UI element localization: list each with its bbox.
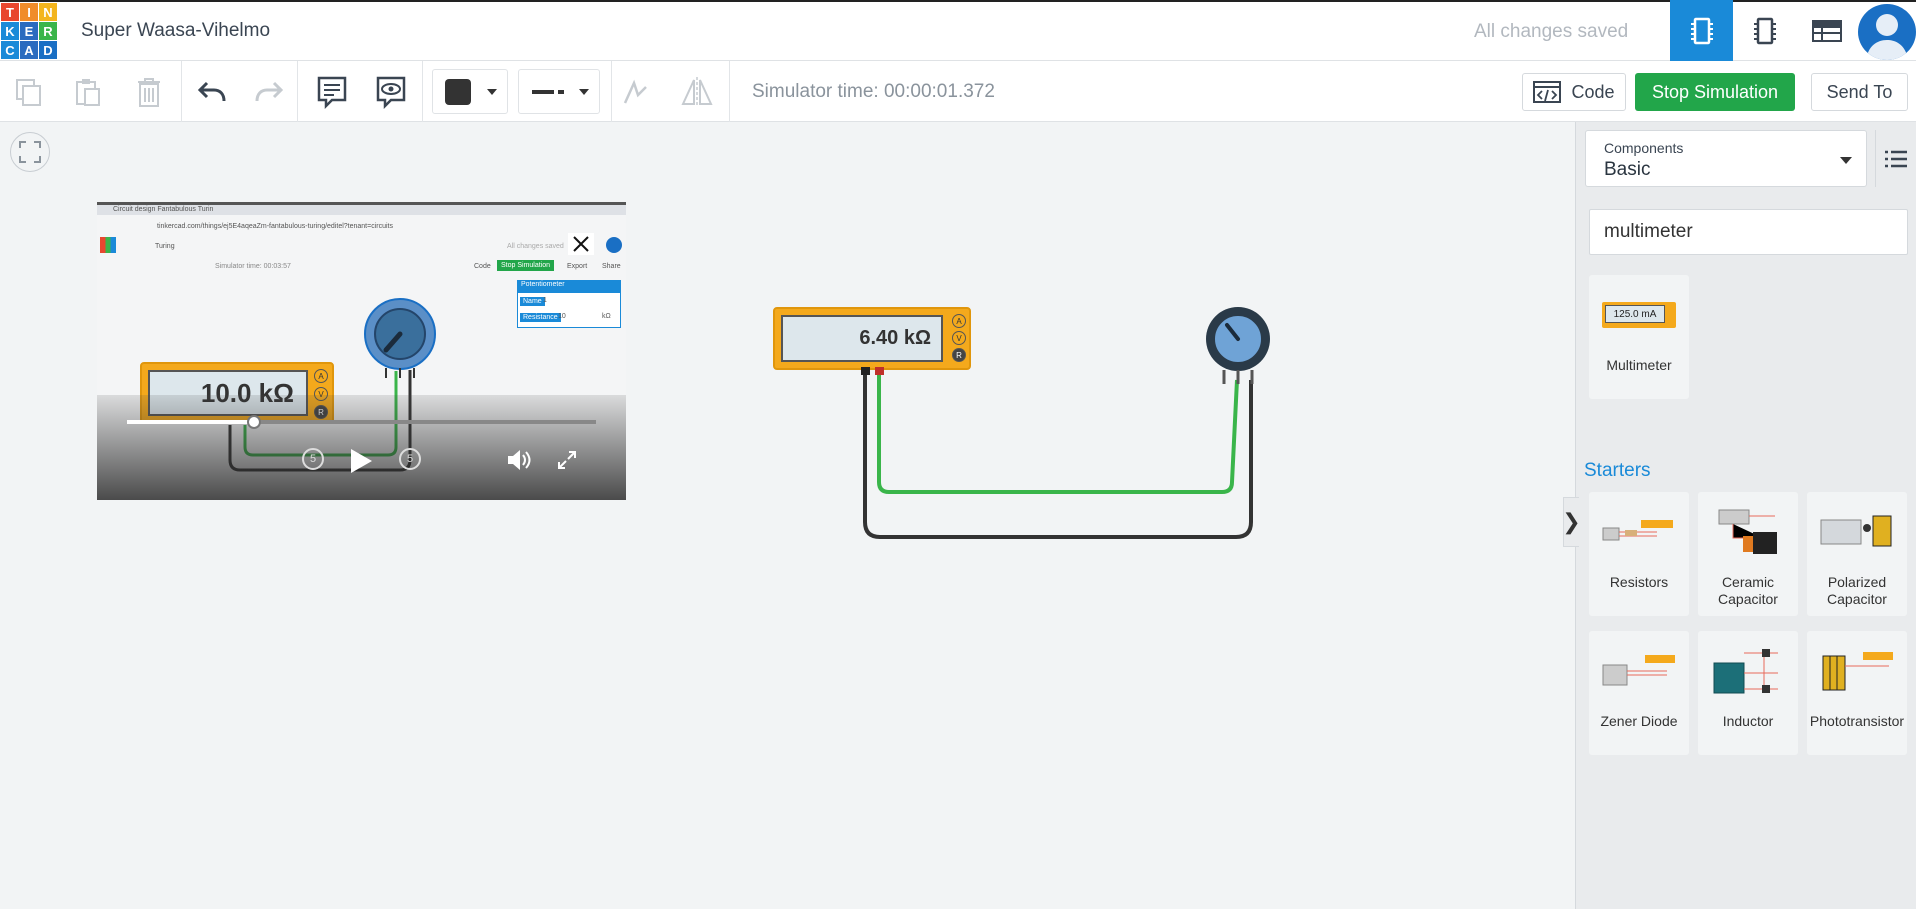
logo-letter: R — [39, 22, 57, 40]
chevron-right-icon: ❯ — [1562, 509, 1581, 534]
collapse-panel-button[interactable]: ❯ — [1562, 497, 1581, 547]
stop-simulation-button[interactable]: Stop Simulation — [1635, 73, 1795, 111]
logo-letter: T — [1, 3, 19, 21]
simulator-time: Simulator time: 00:00:01.372 — [752, 81, 995, 102]
trash-icon — [138, 78, 160, 107]
multimeter-probe-red[interactable] — [875, 367, 884, 375]
multimeter-probe-black[interactable] — [861, 367, 870, 375]
eye-note-icon — [376, 76, 406, 109]
starter-card-label: Zener Diode — [1600, 713, 1678, 729]
color-swatch — [445, 78, 471, 105]
circuit-view-button[interactable] — [1670, 0, 1733, 61]
logo-letter: D — [39, 41, 57, 59]
circuit-wires — [863, 367, 1253, 539]
starter-card-label: Phototransistor — [1809, 713, 1905, 729]
undo-button[interactable] — [193, 73, 231, 111]
multimeter[interactable]: 6.40 kΩ A V R — [773, 307, 971, 370]
code-button[interactable]: Code — [1522, 73, 1626, 111]
potentiometer[interactable] — [1203, 306, 1273, 386]
save-status: All changes saved — [1474, 21, 1629, 42]
starter-card-label: Inductor — [1722, 713, 1774, 729]
undo-icon — [197, 81, 226, 102]
tinkercad-logo[interactable]: T I N K E R C A D — [1, 3, 57, 59]
notes-button[interactable] — [313, 73, 351, 111]
component-search-input[interactable] — [1589, 209, 1908, 255]
starter-card-inductor[interactable]: Inductor — [1698, 631, 1798, 755]
polarized-capacitor-thumbnail — [1807, 492, 1907, 572]
multimeter-preview: 125.0 mA — [1589, 275, 1689, 355]
notes-visibility-button[interactable] — [372, 73, 410, 111]
rotate-button[interactable] — [616, 73, 654, 111]
list-icon — [1884, 150, 1907, 167]
ceramic-capacitor-thumbnail — [1698, 492, 1798, 572]
toolbar-divider — [611, 61, 612, 122]
multimeter-display: 6.40 kΩ — [781, 315, 943, 362]
starter-card-zener-diode[interactable]: Zener Diode — [1589, 631, 1689, 755]
toolbar-divider — [729, 61, 730, 122]
starter-card-label: Polarized Capacitor — [1827, 574, 1887, 607]
note-icon — [317, 76, 347, 109]
top-header: T I N K E R C A D Super Waasa-Vihelmo Al… — [0, 0, 1916, 61]
components-select-value: Basic — [1604, 159, 1651, 180]
starter-card-label: Ceramic Capacitor — [1718, 574, 1778, 607]
logo-letter: K — [1, 22, 19, 40]
multimeter-preview-display: 125.0 mA — [1605, 305, 1665, 323]
paste-button[interactable] — [69, 73, 107, 111]
code-icon — [1533, 81, 1562, 103]
redo-icon — [255, 81, 284, 102]
multimeter-mode-a[interactable]: A — [952, 314, 966, 328]
flip-button[interactable] — [678, 73, 716, 111]
logo-letter: A — [20, 41, 38, 59]
table-icon — [1811, 19, 1842, 42]
multimeter-mode-v[interactable]: V — [952, 331, 966, 345]
chevron-down-icon — [1840, 157, 1852, 164]
toolbar-divider — [297, 61, 298, 122]
resistors-thumbnail — [1589, 492, 1689, 572]
color-dropdown[interactable] — [432, 69, 508, 114]
components-category-select[interactable]: Components Basic — [1585, 130, 1867, 187]
circuit-icon — [1690, 17, 1713, 44]
rotate-icon — [623, 79, 647, 104]
logo-letter: C — [1, 41, 19, 59]
logo-letter: E — [20, 22, 38, 40]
starters-heading: Starters — [1584, 460, 1651, 481]
starter-card-resistors[interactable]: Resistors — [1589, 492, 1689, 616]
copy-icon — [16, 79, 41, 106]
paste-icon — [76, 79, 100, 106]
list-view-button[interactable] — [1875, 130, 1915, 187]
phototransistor-thumbnail — [1807, 631, 1907, 711]
starter-card-ceramic-capacitor[interactable]: Ceramic Capacitor — [1698, 492, 1798, 616]
starter-card-phototransistor[interactable]: Phototransistor — [1807, 631, 1907, 755]
user-icon — [1866, 14, 1908, 60]
starter-card-label: Resistors — [1609, 574, 1669, 590]
component-card-multimeter[interactable]: 125.0 mA Multimeter — [1589, 275, 1689, 399]
workplane-canvas[interactable]: Circuit design Fantabulous Turin tinkerc… — [0, 122, 1574, 909]
send-to-button[interactable]: Send To — [1811, 73, 1908, 111]
schematic-view-button[interactable] — [1733, 0, 1796, 61]
code-button-label: Code — [1571, 81, 1615, 102]
logo-letter: N — [39, 3, 57, 21]
wire-style-icon — [532, 89, 564, 94]
chevron-down-icon — [487, 88, 497, 95]
starter-card-polarized-capacitor[interactable]: Polarized Capacitor — [1807, 492, 1907, 616]
inductor-thumbnail — [1698, 631, 1798, 711]
project-title[interactable]: Super Waasa-Vihelmo — [81, 20, 270, 42]
logo-letter: I — [20, 3, 38, 21]
chip-icon — [1753, 17, 1776, 44]
copy-button[interactable] — [10, 73, 48, 111]
component-list-view-button[interactable] — [1795, 0, 1858, 61]
toolbar-divider — [181, 61, 182, 122]
delete-button[interactable] — [130, 73, 168, 111]
wire-style-dropdown[interactable] — [518, 69, 600, 114]
toolbar-divider — [422, 61, 423, 122]
redo-button[interactable] — [250, 73, 288, 111]
chevron-down-icon — [579, 88, 589, 95]
components-select-label: Components — [1604, 140, 1684, 156]
zener-diode-thumbnail — [1589, 631, 1689, 711]
flip-icon — [681, 77, 713, 107]
component-card-label: Multimeter — [1606, 357, 1672, 373]
user-avatar[interactable] — [1858, 4, 1916, 60]
multimeter-mode-r[interactable]: R — [952, 348, 966, 362]
